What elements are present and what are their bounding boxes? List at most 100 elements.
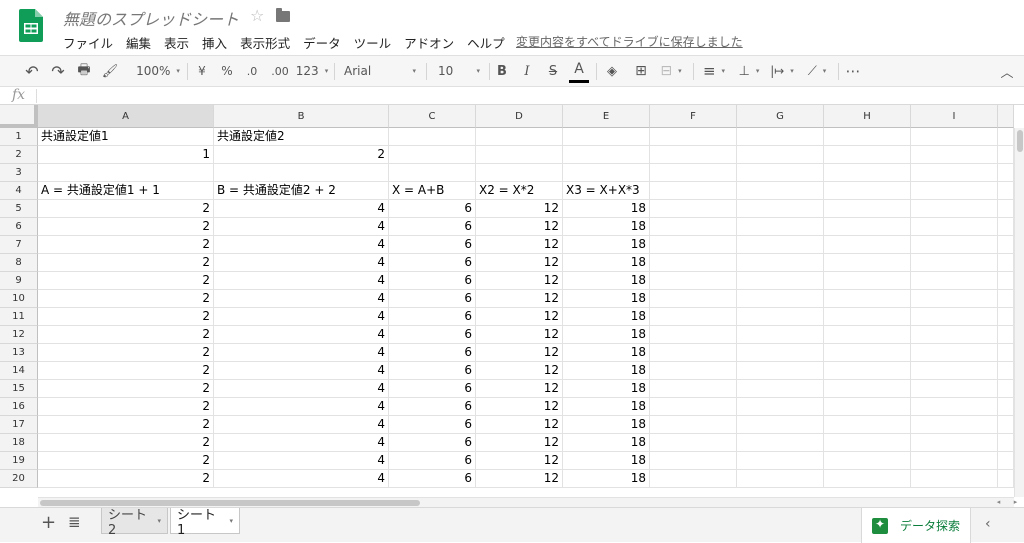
folder-icon[interactable]	[276, 8, 290, 22]
cell-d14[interactable]: 12	[476, 362, 563, 380]
cell-f19[interactable]	[650, 452, 737, 470]
row-header-20[interactable]: 20	[0, 470, 38, 488]
cell-f10[interactable]	[650, 290, 737, 308]
more-formats-select[interactable]: 123 ▾	[294, 56, 330, 86]
menu-edit[interactable]: 編集	[126, 33, 151, 51]
cell-h17[interactable]	[824, 416, 911, 434]
cell-f2[interactable]	[650, 146, 737, 164]
cell-f17[interactable]	[650, 416, 737, 434]
cell-a3[interactable]	[38, 164, 214, 182]
cell-f7[interactable]	[650, 236, 737, 254]
column-header-g[interactable]: G	[737, 105, 824, 128]
column-header-i[interactable]: I	[911, 105, 998, 128]
row-header-2[interactable]: 2	[0, 146, 38, 164]
cell-filler[interactable]	[998, 236, 1014, 254]
cell-filler[interactable]	[998, 470, 1014, 488]
cell-b14[interactable]: 4	[214, 362, 389, 380]
cell-c1[interactable]	[389, 128, 476, 146]
italic-button[interactable]: I	[517, 56, 537, 86]
all-sheets-list-icon[interactable]: ≣	[68, 513, 81, 531]
cell-c16[interactable]: 6	[389, 398, 476, 416]
cell-g13[interactable]	[737, 344, 824, 362]
percent-format-button[interactable]: %	[218, 56, 236, 86]
row-header-16[interactable]: 16	[0, 398, 38, 416]
select-all-corner[interactable]	[0, 105, 38, 128]
cell-filler[interactable]	[998, 362, 1014, 380]
cell-d8[interactable]: 12	[476, 254, 563, 272]
row-header-3[interactable]: 3	[0, 164, 38, 182]
cell-c15[interactable]: 6	[389, 380, 476, 398]
row-header-15[interactable]: 15	[0, 380, 38, 398]
cell-filler[interactable]	[998, 200, 1014, 218]
cell-g2[interactable]	[737, 146, 824, 164]
cell-d20[interactable]: 12	[476, 470, 563, 488]
cell-i17[interactable]	[911, 416, 998, 434]
cell-a20[interactable]: 2	[38, 470, 214, 488]
cell-d17[interactable]: 12	[476, 416, 563, 434]
cell-e9[interactable]: 18	[563, 272, 650, 290]
cell-h20[interactable]	[824, 470, 911, 488]
undo-icon[interactable]: ↶	[20, 56, 44, 86]
cell-f14[interactable]	[650, 362, 737, 380]
cell-filler[interactable]	[998, 416, 1014, 434]
menu-file[interactable]: ファイル	[63, 33, 113, 51]
menu-format[interactable]: 表示形式	[240, 33, 290, 51]
menu-insert[interactable]: 挿入	[202, 33, 227, 51]
cell-filler[interactable]	[998, 380, 1014, 398]
cell-filler[interactable]	[998, 164, 1014, 182]
chevron-down-icon[interactable]: ▾	[157, 517, 161, 525]
merge-cells-icon[interactable]: ⊟ ▾	[656, 56, 686, 86]
print-icon[interactable]: 🖶	[72, 56, 96, 86]
cell-a8[interactable]: 2	[38, 254, 214, 272]
row-header-9[interactable]: 9	[0, 272, 38, 290]
cell-a13[interactable]: 2	[38, 344, 214, 362]
chevron-down-icon[interactable]: ▾	[229, 517, 233, 525]
cell-a15[interactable]: 2	[38, 380, 214, 398]
cell-d15[interactable]: 12	[476, 380, 563, 398]
cell-c4[interactable]: X = A+B	[389, 182, 476, 200]
cell-f1[interactable]	[650, 128, 737, 146]
cell-g15[interactable]	[737, 380, 824, 398]
row-header-14[interactable]: 14	[0, 362, 38, 380]
cell-a7[interactable]: 2	[38, 236, 214, 254]
cell-f3[interactable]	[650, 164, 737, 182]
sheets-logo-icon[interactable]	[19, 9, 43, 42]
cell-g8[interactable]	[737, 254, 824, 272]
cell-e14[interactable]: 18	[563, 362, 650, 380]
cell-g20[interactable]	[737, 470, 824, 488]
cell-g11[interactable]	[737, 308, 824, 326]
cell-h18[interactable]	[824, 434, 911, 452]
cell-i13[interactable]	[911, 344, 998, 362]
cell-g9[interactable]	[737, 272, 824, 290]
cell-e13[interactable]: 18	[563, 344, 650, 362]
text-color-button[interactable]: A	[569, 58, 589, 83]
cell-h19[interactable]	[824, 452, 911, 470]
cell-h12[interactable]	[824, 326, 911, 344]
cell-i20[interactable]	[911, 470, 998, 488]
cell-b20[interactable]: 4	[214, 470, 389, 488]
cell-f4[interactable]	[650, 182, 737, 200]
cell-i2[interactable]	[911, 146, 998, 164]
cell-g10[interactable]	[737, 290, 824, 308]
row-header-4[interactable]: 4	[0, 182, 38, 200]
cell-filler[interactable]	[998, 146, 1014, 164]
cell-e8[interactable]: 18	[563, 254, 650, 272]
scroll-right-icon[interactable]: ▸	[1014, 498, 1018, 506]
cell-b8[interactable]: 4	[214, 254, 389, 272]
menu-help[interactable]: ヘルプ	[467, 33, 505, 51]
cell-h8[interactable]	[824, 254, 911, 272]
cell-b5[interactable]: 4	[214, 200, 389, 218]
cell-g16[interactable]	[737, 398, 824, 416]
cell-g1[interactable]	[737, 128, 824, 146]
decrease-decimal-button[interactable]: .0	[241, 56, 263, 86]
cell-filler[interactable]	[998, 398, 1014, 416]
cell-c12[interactable]: 6	[389, 326, 476, 344]
cell-filler[interactable]	[998, 218, 1014, 236]
cell-c17[interactable]: 6	[389, 416, 476, 434]
horizontal-scrollbar-thumb[interactable]	[40, 500, 420, 506]
cell-h1[interactable]	[824, 128, 911, 146]
side-panel-toggle-icon[interactable]: ‹	[985, 516, 991, 532]
cell-d11[interactable]: 12	[476, 308, 563, 326]
cell-b2[interactable]: 2	[214, 146, 389, 164]
cell-d9[interactable]: 12	[476, 272, 563, 290]
